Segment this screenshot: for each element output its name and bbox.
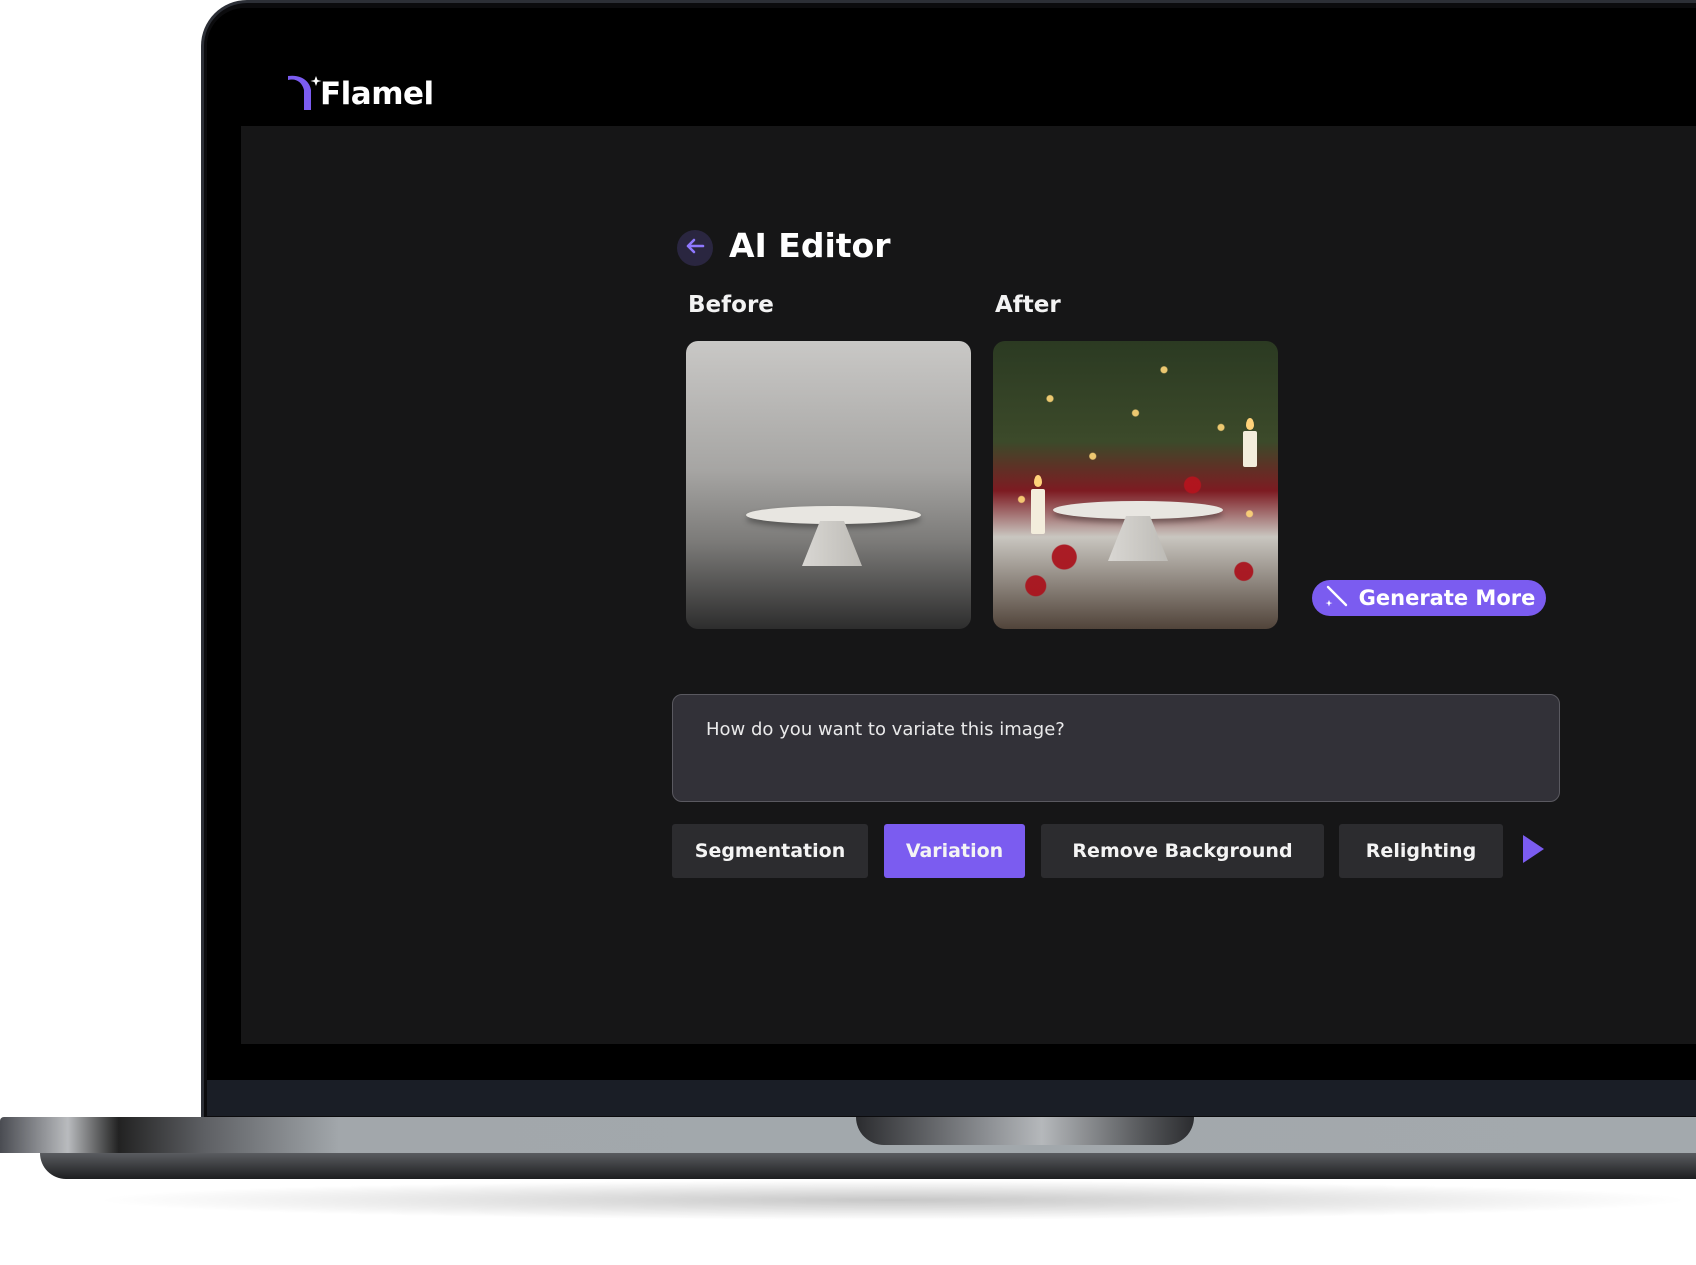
variation-button[interactable]: Variation	[884, 824, 1025, 878]
prompt-box	[672, 694, 1560, 802]
laptop-base	[0, 1117, 1696, 1153]
back-button[interactable]	[677, 230, 713, 266]
laptop-shadow	[90, 1180, 1696, 1220]
generate-more-button[interactable]: Generate More	[1312, 580, 1546, 616]
flamel-logo[interactable]: Flamel	[286, 74, 434, 112]
candle	[1243, 431, 1257, 467]
laptop-notch	[856, 1117, 1194, 1145]
segmentation-button[interactable]: Segmentation	[672, 824, 868, 878]
magic-wand-icon	[1323, 584, 1349, 613]
after-label: After	[995, 292, 1061, 318]
before-label: Before	[688, 292, 774, 318]
generate-more-label: Generate More	[1358, 586, 1536, 610]
segmentation-label: Segmentation	[694, 840, 846, 862]
remove-background-label: Remove Background	[1072, 840, 1293, 862]
laptop-base-lower	[40, 1153, 1696, 1179]
after-image[interactable]	[993, 341, 1278, 629]
cake-stand-stem	[1108, 516, 1168, 561]
variation-label: Variation	[905, 840, 1004, 862]
before-image[interactable]	[686, 341, 971, 629]
candle-flame	[1034, 475, 1042, 487]
screen-bottom-strip	[207, 1080, 1696, 1116]
variation-prompt-input[interactable]	[704, 713, 1528, 745]
candle-flame	[1246, 418, 1254, 430]
candle	[1031, 489, 1045, 534]
cake-stand-stem	[802, 521, 862, 566]
flamel-logo-icon	[286, 74, 322, 110]
brand-name: Flamel	[320, 76, 434, 112]
relighting-label: Relighting	[1365, 840, 1477, 862]
play-right-icon[interactable]	[1523, 835, 1544, 863]
arrow-left-icon	[683, 234, 707, 262]
page-title: AI Editor	[729, 226, 891, 265]
remove-background-button[interactable]: Remove Background	[1041, 824, 1324, 878]
relighting-button[interactable]: Relighting	[1339, 824, 1503, 878]
